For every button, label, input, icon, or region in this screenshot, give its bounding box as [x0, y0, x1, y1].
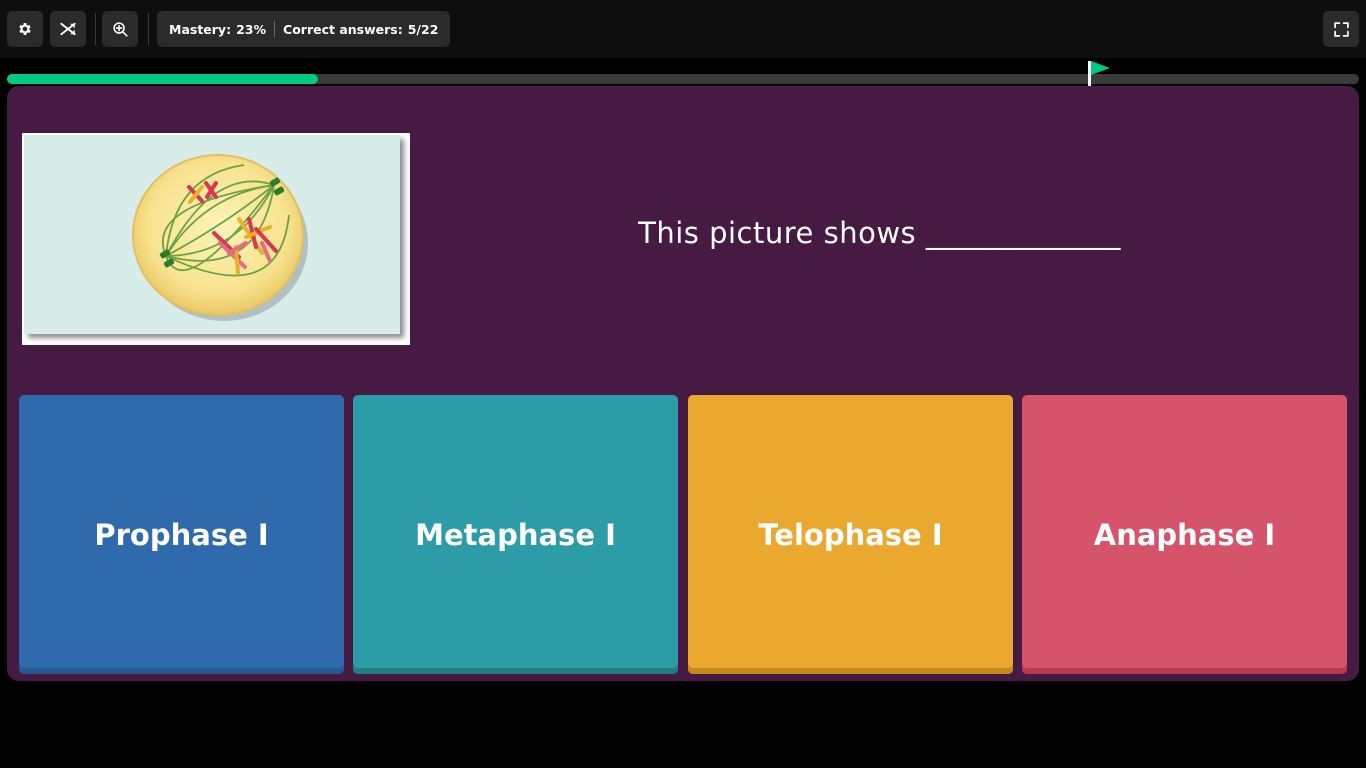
question-image: [22, 133, 410, 345]
zoom-button[interactable]: [102, 11, 138, 47]
zoom-in-icon: [112, 21, 128, 37]
powerup-button[interactable]: [50, 11, 86, 47]
answer-option-label: Metaphase I: [415, 517, 616, 552]
stats-divider: [274, 21, 276, 37]
answer-option-label: Telophase I: [758, 517, 943, 552]
answer-option-1[interactable]: Prophase I: [19, 395, 344, 674]
fullscreen-icon: [1333, 21, 1349, 37]
top-toolbar: Mastery: 23% Correct answers: 5/22: [0, 0, 1366, 58]
progress-fill: [7, 74, 318, 84]
progress-bar: [7, 74, 1359, 84]
answer-option-label: Anaphase I: [1093, 517, 1276, 552]
mastery-value: 23%: [236, 21, 267, 37]
toolbar-divider: [148, 13, 149, 45]
score-stats: Mastery: 23% Correct answers: 5/22: [157, 11, 451, 47]
answer-option-3[interactable]: Telophase I: [688, 395, 1013, 674]
fullscreen-button[interactable]: [1323, 11, 1359, 47]
question-text: This picture shows _____________: [638, 216, 1121, 250]
answer-option-label: Prophase I: [94, 517, 269, 552]
question-panel: This picture shows _____________ Prophas…: [7, 86, 1359, 681]
correct-answers-value: 5/22: [407, 21, 439, 37]
flag-icon: [1088, 61, 1110, 86]
cell-division-image: [24, 135, 400, 334]
settings-button[interactable]: [7, 11, 43, 47]
mastery-label: Mastery:: [169, 21, 232, 37]
crossed-arrows-icon: [60, 22, 76, 36]
toolbar-divider: [95, 13, 96, 45]
answer-option-2[interactable]: Metaphase I: [353, 395, 678, 674]
answer-option-4[interactable]: Anaphase I: [1022, 395, 1347, 674]
correct-answers-label: Correct answers:: [283, 21, 403, 37]
gear-icon: [19, 23, 31, 35]
